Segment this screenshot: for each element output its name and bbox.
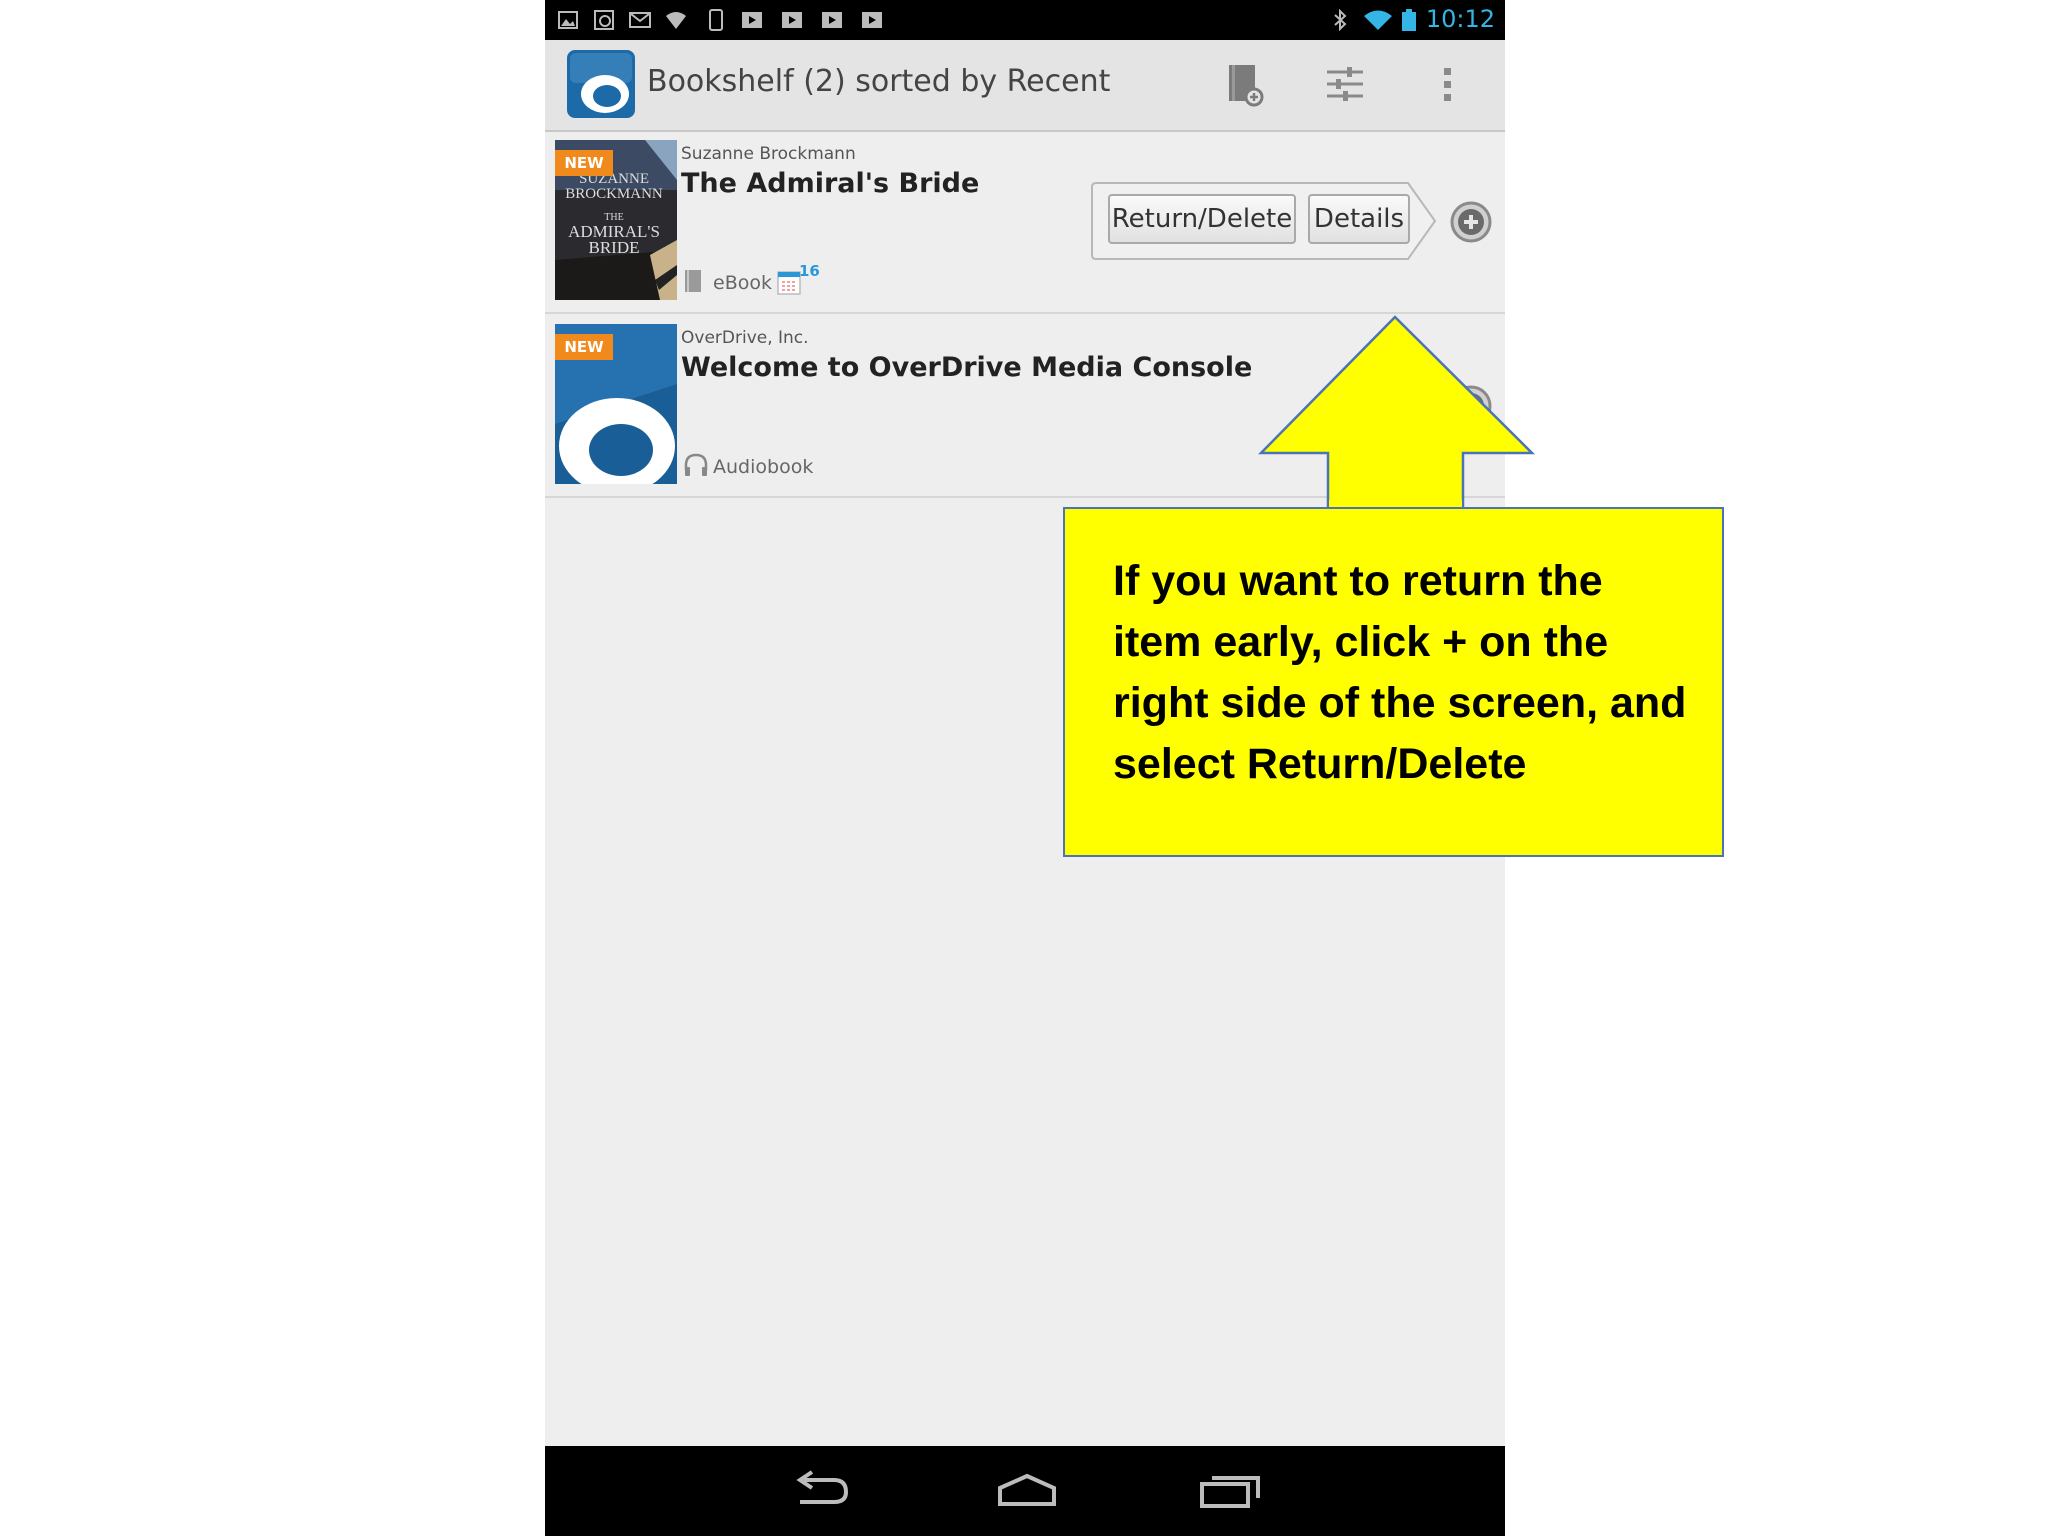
- status-bar: 10:12: [545, 0, 1505, 40]
- plus-icon[interactable]: [1449, 384, 1493, 428]
- image-icon: [558, 11, 578, 29]
- back-icon[interactable]: [786, 1468, 856, 1512]
- battery-icon: [1402, 9, 1416, 31]
- home-icon[interactable]: [992, 1468, 1062, 1512]
- return-delete-button[interactable]: Return/Delete: [1108, 194, 1296, 244]
- play-icon: [822, 12, 842, 28]
- list-item[interactable]: NEW OverDrive, Inc. Welcome to OverDrive…: [545, 316, 1505, 498]
- action-bar: Bookshelf (2) sorted by Recent: [545, 40, 1505, 132]
- sort-filter-icon[interactable]: [1321, 60, 1369, 108]
- overdrive-logo[interactable]: [567, 50, 635, 118]
- gmail-icon: [629, 12, 651, 28]
- add-book-icon[interactable]: [1219, 60, 1267, 108]
- play-icon: [782, 12, 802, 28]
- cover-line: BROCKMANN: [565, 186, 663, 202]
- book-title[interactable]: Welcome to OverDrive Media Console: [681, 352, 1252, 383]
- list-item[interactable]: SUZANNE BROCKMANN THE ADMIRAL'S BRIDE NE…: [545, 132, 1505, 314]
- navigation-bar: [545, 1446, 1505, 1536]
- book-title[interactable]: The Admiral's Bride: [681, 168, 979, 199]
- ebook-icon: [685, 270, 701, 292]
- book-author: Suzanne Brockmann: [681, 144, 856, 164]
- callout-text: If you want to return the item early, cl…: [1113, 557, 1687, 788]
- cover-author-text: SUZANNE BROCKMANN: [559, 172, 669, 202]
- wifi-icon: [1364, 10, 1392, 30]
- bluetooth-icon: [1334, 9, 1347, 31]
- phone-icon: [709, 9, 723, 31]
- format-label: Audiobook: [713, 456, 814, 478]
- sync-icon: [594, 10, 614, 30]
- play-icon: [862, 12, 882, 28]
- status-time: 10:12: [1425, 5, 1495, 33]
- new-badge: NEW: [555, 334, 613, 360]
- popup-menu-buttons: Return/Delete Details: [1090, 180, 1442, 262]
- new-badge: NEW: [555, 150, 613, 176]
- page-title: Bookshelf (2) sorted by Recent: [647, 64, 1111, 99]
- cover-title-text: THE ADMIRAL'S BRIDE: [559, 212, 669, 256]
- overflow-menu-icon[interactable]: [1423, 60, 1471, 108]
- plus-icon[interactable]: [1449, 200, 1493, 244]
- details-button[interactable]: Details: [1308, 194, 1410, 244]
- format-label: eBook: [713, 272, 772, 294]
- book-author: OverDrive, Inc.: [681, 328, 809, 348]
- headphones-icon: [684, 453, 708, 476]
- callout-box: If you want to return the item early, cl…: [1063, 507, 1724, 857]
- wifi-alt-icon: [666, 12, 686, 29]
- play-icon: [742, 12, 762, 28]
- recent-apps-icon[interactable]: [1196, 1468, 1266, 1512]
- cover-line: BRIDE: [588, 238, 640, 257]
- due-days: 16: [799, 262, 820, 280]
